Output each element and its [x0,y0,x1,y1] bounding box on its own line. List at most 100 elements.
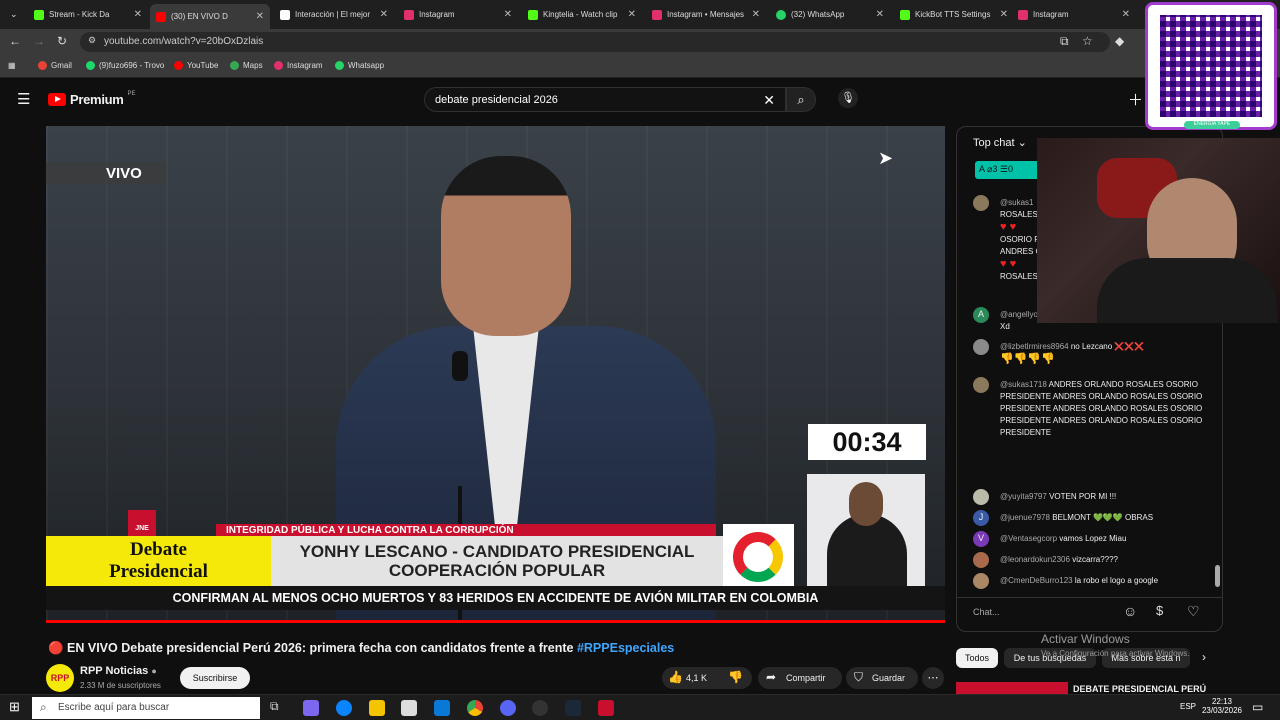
install-icon[interactable]: ⧉ [1060,34,1069,49]
extension-icon[interactable]: ◆ [1115,34,1124,48]
close-icon[interactable]: ✕ [1122,9,1130,20]
viewer-badge: A ⌀3 ☰0 [975,161,1039,179]
instagram-icon [652,9,662,20]
news-headline-bar: CONFIRMAN AL MENOS OCHO MUERTOS Y 83 HER… [46,586,945,610]
close-icon[interactable]: ✕ [876,9,884,20]
mail-icon[interactable] [434,700,450,716]
steam-icon[interactable] [565,700,581,716]
tab-3[interactable]: Interacción | El mejor ✕ [274,4,394,25]
related-video-title[interactable]: DEBATE PRESIDENCIAL PERÚ [1073,684,1206,694]
file-explorer-icon[interactable] [369,700,385,716]
chat-mode-selector[interactable]: Top chat ⌄ [973,136,1027,150]
subscribe-button[interactable]: Suscribirse [180,667,250,689]
site-info-icon[interactable]: ⚙ [88,35,96,46]
discord-icon[interactable] [500,700,516,716]
browser-toolbar: ← → ↻ ⚙ youtube.com/watch?v=20bOxDzlais … [0,29,1280,55]
close-icon[interactable]: ✕ [1000,9,1008,20]
windows-start-icon[interactable]: ⊞ [9,699,20,715]
chevron-right-icon[interactable]: › [1202,650,1206,664]
share-icon: ➦ [766,670,777,684]
thumbs-up-icon[interactable]: 👍 [668,670,683,684]
back-icon[interactable]: ← [9,34,21,48]
heart-icon[interactable]: ♡ [1187,603,1200,620]
menu-icon[interactable]: ☰ [17,90,30,108]
notification-icon[interactable]: ▭ [1252,700,1263,714]
close-icon[interactable]: ✕ [628,9,636,20]
avatar: V [973,531,989,547]
bookmark-whatsapp[interactable]: Whatsapp [335,61,384,70]
search-button[interactable]: ⌕ [786,87,816,112]
progress-bar[interactable] [46,620,945,623]
cooperacion-popular-logo [723,524,794,586]
search-icon: ⌕ [40,700,47,714]
reload-icon[interactable]: ↻ [57,34,67,48]
close-icon[interactable]: ✕ [504,9,512,20]
close-icon[interactable]: ✕ [380,9,388,20]
avatar [973,195,989,211]
create-icon[interactable]: ＋ [1128,89,1143,110]
voice-search-icon[interactable]: 🎙 [838,88,858,108]
forward-icon[interactable]: → [33,34,45,48]
avatar [973,552,989,568]
chip-all[interactable]: Todos [956,648,998,668]
edge-icon[interactable] [336,700,352,716]
trovo-icon [86,61,95,70]
bookmark-maps[interactable]: Maps [230,61,263,70]
chrome-icon[interactable] [467,700,483,716]
debate-timer: 00:34 [808,424,926,460]
qr-code-overlay: ENERGÍA YAPE [1145,2,1277,130]
tab-search-menu[interactable]: ⌄ [4,4,24,25]
chat-message: @CmenDeBurro123 la robo el logo a google [1000,576,1159,585]
bookmark-gmail[interactable]: Gmail [38,61,72,70]
task-view-icon[interactable]: ⧉ [270,699,279,714]
tab-9[interactable]: Instagram ✕ [1012,4,1136,25]
bookmark-trovo[interactable]: (9)fuzo696 - Trovo [86,61,164,70]
app-icon-1[interactable] [303,700,319,716]
chat-message: @lizbetlrmires8964 no Lezcano ❌❌❌ 👎👎👎👎 [1000,342,1145,365]
search-input[interactable]: debate presidencial 2026 ✕ [424,87,786,112]
bookmark-instagram[interactable]: Instagram [274,61,323,70]
tab-7[interactable]: (32) WhatsApp ✕ [770,4,890,25]
youtube-header: ☰ Premium PE debate presidencial 2026 ✕ … [0,79,1280,119]
tab-2-active[interactable]: (30) EN VIVO D ✕ [150,4,270,29]
related-video-thumbnail[interactable] [956,682,1068,694]
whatsapp-icon [335,61,344,70]
apps-grid-icon[interactable]: ▦ [8,61,16,70]
avatar [973,573,989,589]
bookmark-youtube[interactable]: YouTube [174,61,218,70]
channel-avatar[interactable]: RPP [46,664,74,692]
cursor-pointer-icon: ➤ [878,148,894,168]
obs-icon[interactable] [532,700,548,716]
emoji-icon[interactable]: ☺ [1123,603,1137,619]
youtube-logo[interactable]: Premium PE [48,91,136,107]
chat-scrollbar[interactable] [1215,565,1220,587]
taskbar-search-input[interactable]: ⌕ Escribe aquí para buscar [32,697,260,719]
search-icon: ⌕ [797,92,805,107]
avatar [973,489,989,505]
more-options-icon[interactable]: ⋯ [922,667,944,689]
save-button[interactable]: ⛉ Guardar [846,667,918,689]
share-button[interactable]: ➦ Compartir [758,667,842,689]
tab-5[interactable]: Kingtelia - Watch clip ✕ [522,4,642,25]
close-icon[interactable]: ✕ [256,11,264,22]
super-chat-icon[interactable]: $ [1156,603,1163,618]
bookmark-star-icon[interactable]: ☆ [1082,34,1093,48]
close-icon[interactable]: ✕ [134,9,142,20]
channel-name[interactable]: RPP Noticias ● [80,665,157,677]
clear-search-icon[interactable]: ✕ [763,92,775,109]
thumbs-down-icon[interactable]: 👎 [728,670,743,684]
tab-4[interactable]: Instagram ✕ [398,4,518,25]
video-player[interactable]: VIVO ➤ 00:34 JNE INTEGRIDAD PÚBLICA Y LU… [46,126,945,623]
close-icon[interactable]: ✕ [752,9,760,20]
tab-6[interactable]: Instagram • Mensajes ✕ [646,4,766,25]
chat-input[interactable]: Chat... [973,607,1123,623]
store-icon[interactable] [401,700,417,716]
tab-1[interactable]: Stream - Kick Da ✕ [28,4,148,25]
clock[interactable]: 22:13 23/03/2026 [1200,697,1244,715]
app-icon-2[interactable] [598,700,614,716]
tab-8[interactable]: KickBot TTS Settings ✕ [894,4,1014,25]
chat-message: @sukas1718 ANDRES ORLANDO ROSALES OSORIO… [1000,380,1203,437]
avatar [973,339,989,355]
bookmarks-bar: ▦ Gmail (9)fuzo696 - Trovo YouTube Maps … [0,55,1280,78]
address-bar[interactable]: ⚙ youtube.com/watch?v=20bOxDzlais [80,32,1110,52]
